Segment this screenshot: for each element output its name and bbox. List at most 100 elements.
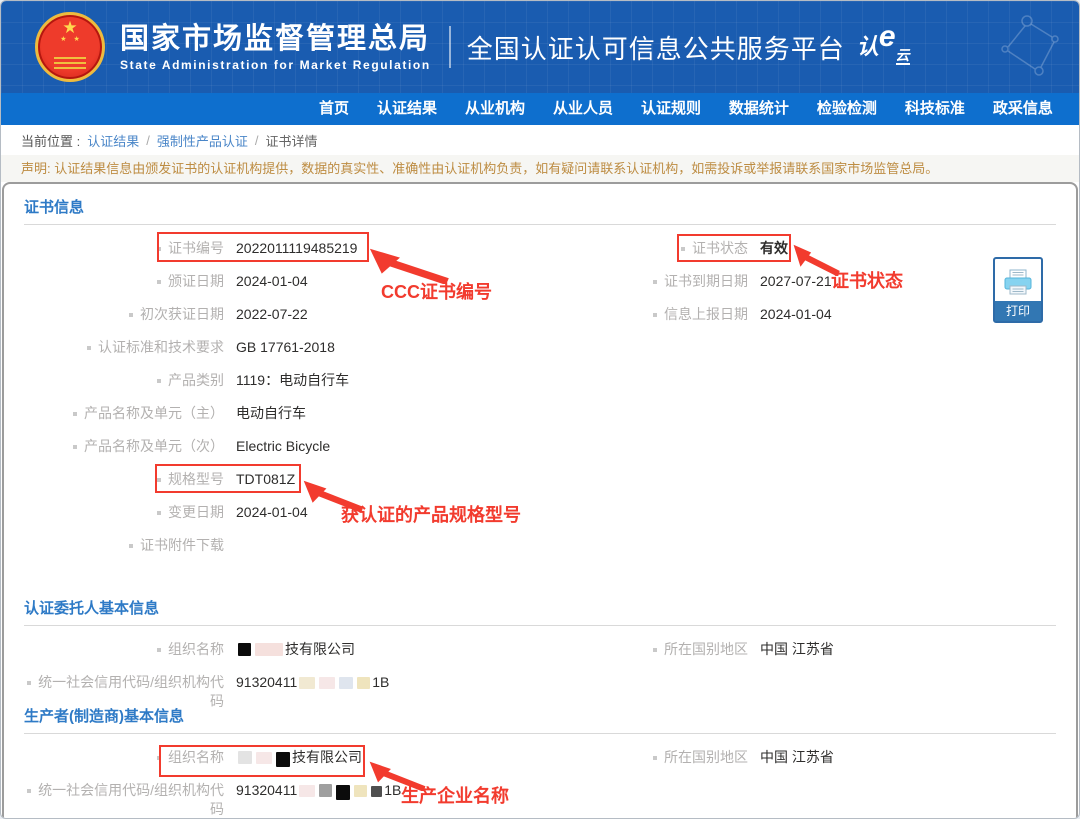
field-value-report-date: 2024-01-04 [760,306,832,322]
table-row: 证书附件下载 [24,529,1076,562]
content-panel: 证书信息 证书编号 2022011119485219 证书状态 有效 颁证日期 … [2,182,1078,819]
table-row: 产品名称及单元（主） 电动自行车 [24,397,1076,430]
field-label-expiry-date: 证书到期日期 [653,273,748,289]
table-row: 统一社会信用代码/组织机构代码 913204111B [24,666,1076,699]
molecule-decoration-icon [935,9,1065,85]
field-value-applicant-credit-code-suffix: 1B [372,674,389,690]
field-label-applicant-credit-code: 统一社会信用代码/组织机构代码 [27,674,224,709]
field-value-manufacturer-credit-code-suffix: 1B [384,782,401,798]
agency-title-block: 国家市场监督管理总局 State Administration for Mark… [120,23,431,72]
breadcrumb-current: 证书详情 [266,131,318,150]
field-label-standard: 认证标准和技术要求 [87,339,224,355]
redacted-block [354,785,367,797]
redacted-block [255,643,283,656]
site-header: ★ ★★ 国家市场监督管理总局 State Administration for… [1,1,1079,93]
field-value-expiry-date: 2027-07-21 [760,273,832,289]
table-row: 组织名称 技有限公司 所在国别地区 中国 江苏省 [24,741,1076,774]
print-button-label: 打印 [995,301,1041,321]
redacted-block [256,752,272,764]
breadcrumb: 当前位置 : 认证结果 / 强制性产品认证 / 证书详情 [1,125,1079,155]
field-label-report-date: 信息上报日期 [653,306,748,322]
nav-item-tech-standards[interactable]: 科技标准 [905,93,965,125]
nav-item-inspection[interactable]: 检验检测 [817,93,877,125]
ren-e-yun-logo: 认e云 [857,28,910,62]
field-value-product-name-main: 电动自行车 [236,405,306,421]
field-label-product-category: 产品类别 [157,372,224,388]
field-value-cert-status: 有效 [760,240,788,256]
table-row: 颁证日期 2024-01-04 证书到期日期 2027-07-21 [24,265,1076,298]
main-nav: 首页 认证结果 从业机构 从业人员 认证规则 数据统计 检验检测 科技标准 政采… [1,93,1079,125]
certificate-info-rows: 证书编号 2022011119485219 证书状态 有效 颁证日期 2024-… [4,232,1076,562]
table-row: 统一社会信用代码/组织机构代码 913204111B [24,774,1076,807]
field-label-applicant-region: 所在国别地区 [653,641,748,657]
field-value-applicant-region: 中国 江苏省 [760,641,834,657]
field-label-manufacturer-region: 所在国别地区 [653,749,748,765]
redacted-block [357,677,370,689]
platform-title: 全国认证认可信息公共服务平台 [467,29,845,66]
nav-item-personnel[interactable]: 从业人员 [553,93,613,125]
agency-name-en: State Administration for Market Regulati… [120,58,431,72]
section-title-certificate-info: 证书信息 [24,197,1056,225]
section-title-applicant-info: 认证委托人基本信息 [24,598,1056,626]
field-value-issue-date: 2024-01-04 [236,273,308,289]
table-row: 认证标准和技术要求 GB 17761-2018 [24,331,1076,364]
table-row: 证书编号 2022011119485219 证书状态 有效 [24,232,1076,265]
table-row: 变更日期 2024-01-04 [24,496,1076,529]
field-label-model: 规格型号 [157,471,224,487]
applicant-rows: 组织名称 技有限公司 所在国别地区 中国 江苏省 统一社会信用代码/组织机构代码… [4,633,1076,699]
breadcrumb-separator: / [146,133,150,148]
breadcrumb-prefix: 当前位置 : [21,131,80,150]
nav-item-agencies[interactable]: 从业机构 [465,93,525,125]
redacted-block [319,677,335,689]
field-value-applicant-org-name: 技有限公司 [285,641,355,657]
nav-item-cert-results[interactable]: 认证结果 [377,93,437,125]
redacted-block [276,752,290,767]
redacted-block [339,677,353,689]
field-label-manufacturer-credit-code: 统一社会信用代码/组织机构代码 [27,782,224,817]
field-value-manufacturer-org-name: 技有限公司 [292,749,362,765]
nav-item-procurement[interactable]: 政采信息 [993,93,1053,125]
table-row: 规格型号 TDT081Z [24,463,1076,496]
emblem-gate-icon [54,57,86,70]
nav-item-home[interactable]: 首页 [319,93,349,125]
national-emblem-logo: ★ ★★ [35,12,105,82]
manufacturer-rows: 组织名称 技有限公司 所在国别地区 中国 江苏省 统一社会信用代码/组织机构代码… [4,741,1076,807]
table-row: 产品名称及单元（次） Electric Bicycle [24,430,1076,463]
table-row: 产品类别 1119：电动自行车 [24,364,1076,397]
field-label-product-name-secondary: 产品名称及单元（次） [73,438,224,454]
printer-icon [1003,269,1033,297]
breadcrumb-link-cert-results[interactable]: 认证结果 [87,131,139,150]
field-label-manufacturer-org-name: 组织名称 [157,749,224,765]
field-value-model: TDT081Z [236,471,295,487]
field-label-attachment-download: 证书附件下载 [129,537,224,553]
breadcrumb-separator: / [255,133,259,148]
redacted-block [238,751,252,764]
field-label-applicant-org-name: 组织名称 [157,641,224,657]
redacted-block [319,784,332,797]
table-row: 初次获证日期 2022-07-22 信息上报日期 2024-01-04 [24,298,1076,331]
field-label-first-cert-date: 初次获证日期 [129,306,224,322]
field-label-issue-date: 颁证日期 [157,273,224,289]
field-label-product-name-main: 产品名称及单元（主） [73,405,224,421]
field-label-cert-number: 证书编号 [157,240,224,256]
nav-item-statistics[interactable]: 数据统计 [729,93,789,125]
field-label-cert-status: 证书状态 [681,240,748,256]
disclaimer-bar: 声明: 认证结果信息由颁发证书的认证机构提供，数据的真实性、准确性由认证机构负责… [1,155,1079,182]
print-button[interactable]: 打印 [993,257,1043,323]
agency-name-cn: 国家市场监督管理总局 [120,23,431,55]
field-value-product-category: 1119：电动自行车 [236,372,349,388]
nav-item-cert-rules[interactable]: 认证规则 [641,93,701,125]
certificate-detail-page: ★ ★★ 国家市场监督管理总局 State Administration for… [0,0,1080,819]
field-value-product-name-secondary: Electric Bicycle [236,438,330,454]
field-value-standard: GB 17761-2018 [236,339,335,355]
breadcrumb-link-ccc[interactable]: 强制性产品认证 [157,131,248,150]
field-value-manufacturer-credit-code-prefix: 91320411 [236,782,297,798]
redacted-block [371,786,382,797]
field-value-manufacturer-region: 中国 江苏省 [760,749,834,765]
emblem-star-icon: ★ [38,19,102,36]
redacted-block [299,785,315,797]
redacted-block [336,785,350,800]
field-value-cert-number: 2022011119485219 [236,240,357,256]
emblem-small-stars-icon: ★★ [38,35,102,43]
header-divider [449,26,451,68]
